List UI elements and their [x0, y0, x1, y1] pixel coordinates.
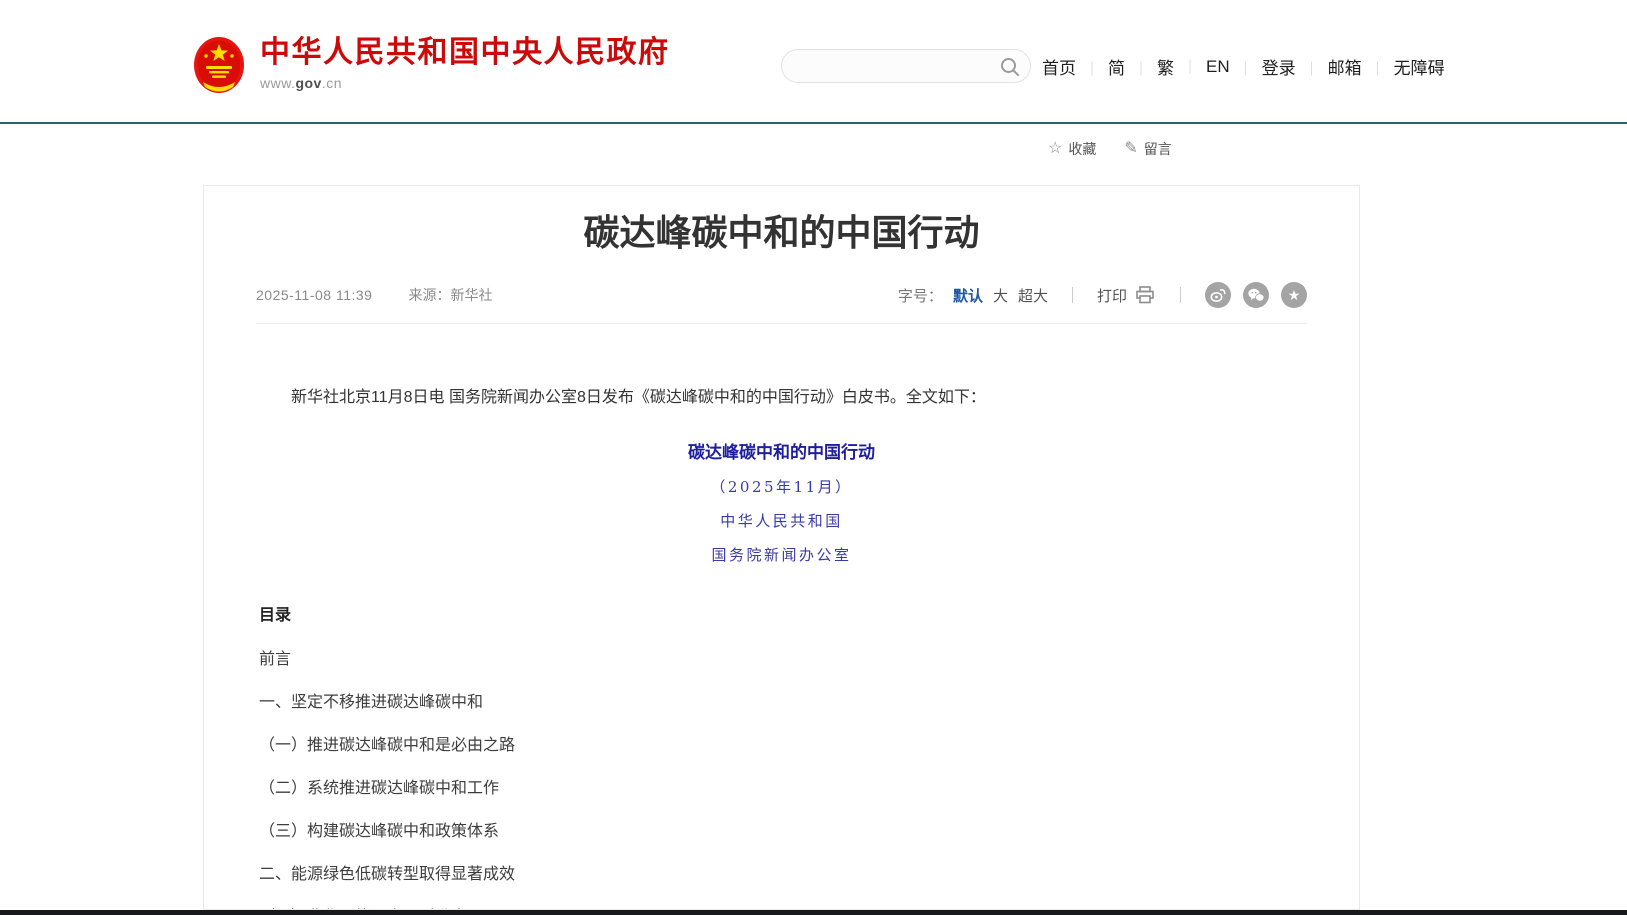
source: 来源：新华社: [408, 285, 492, 305]
print-label: 打印: [1097, 285, 1127, 306]
footer-bar: [0, 910, 1627, 915]
search-icon[interactable]: [999, 56, 1021, 78]
document-issuer-line: 中华人民共和国: [259, 510, 1304, 531]
toc-item: （一）推进碳达峰碳中和是必由之路: [259, 738, 1304, 754]
share-icons: ★: [1205, 282, 1307, 308]
toc-item: （三）构建碳达峰碳中和政策体系: [259, 824, 1304, 840]
site-url: www.gov.cn: [260, 75, 670, 91]
toc-item: （二）系统推进碳达峰碳中和工作: [259, 781, 1304, 797]
document-title: 碳达峰碳中和的中国行动: [259, 438, 1304, 463]
top-nav: 首页 简 繁 EN 登录 邮箱 无障碍: [1042, 54, 1445, 79]
nav-english[interactable]: EN: [1174, 57, 1230, 77]
favorite-star-icon[interactable]: ★: [1281, 282, 1307, 308]
font-size-xlarge[interactable]: 超大: [1018, 285, 1048, 306]
toc-item: 二、能源绿色低碳转型取得显著成效: [259, 867, 1304, 883]
national-emblem-icon: [193, 36, 245, 94]
publish-date: 2025-11-08 11:39: [256, 287, 372, 303]
favorite-button[interactable]: ☆ 收藏: [1048, 139, 1096, 159]
nav-simplified[interactable]: 简: [1076, 54, 1125, 79]
nav-mail[interactable]: 邮箱: [1296, 54, 1362, 79]
search-input[interactable]: [798, 50, 993, 82]
lead-paragraph: 新华社北京11月8日电 国务院新闻办公室8日发布《碳达峰碳中和的中国行动》白皮书…: [259, 384, 1304, 411]
document-issuer-line: 国务院新闻办公室: [259, 544, 1304, 565]
site-title: 中华人民共和国中央人民政府: [260, 36, 670, 70]
toc-item: 一、坚定不移推进碳达峰碳中和: [259, 695, 1304, 711]
font-size-large[interactable]: 大: [993, 285, 1008, 306]
article-meta-row: 2025-11-08 11:39 来源：新华社 字号： 默认 大 超大 打印: [256, 282, 1307, 324]
weibo-icon[interactable]: [1205, 282, 1231, 308]
article-container: 碳达峰碳中和的中国行动 2025-11-08 11:39 来源：新华社 字号： …: [203, 185, 1360, 910]
document-date-line: （2025年11月）: [259, 476, 1304, 497]
comment-label: 留言: [1144, 139, 1172, 159]
nav-login[interactable]: 登录: [1230, 54, 1296, 79]
article-body: 新华社北京11月8日电 国务院新闻办公室8日发布《碳达峰碳中和的中国行动》白皮书…: [204, 384, 1359, 910]
divider: [1072, 287, 1073, 303]
divider: [1180, 287, 1181, 303]
font-size-default[interactable]: 默认: [953, 285, 983, 306]
printer-icon: [1134, 285, 1156, 305]
site-header: 中华人民共和国中央人民政府 www.gov.cn 首页 简 繁 EN 登录 邮箱…: [0, 0, 1627, 122]
pencil-icon: ✎: [1124, 141, 1137, 157]
toc-item: 前言: [259, 652, 1304, 668]
favorite-label: 收藏: [1068, 139, 1096, 159]
toc-heading: 目录: [259, 601, 1304, 625]
comment-button[interactable]: ✎ 留言: [1124, 139, 1171, 159]
nav-home[interactable]: 首页: [1042, 54, 1076, 79]
wechat-icon[interactable]: [1243, 282, 1269, 308]
search-box[interactable]: [781, 49, 1031, 83]
nav-accessibility[interactable]: 无障碍: [1362, 54, 1445, 79]
article-title: 碳达峰碳中和的中国行动: [259, 210, 1304, 256]
font-size-label: 字号：: [898, 285, 943, 306]
nav-traditional[interactable]: 繁: [1125, 54, 1174, 79]
print-button[interactable]: 打印: [1097, 285, 1156, 306]
site-brand[interactable]: 中华人民共和国中央人民政府 www.gov.cn: [193, 36, 670, 94]
star-outline-icon: ☆: [1048, 141, 1062, 157]
tools-row: ☆ 收藏 ✎ 留言: [0, 124, 1627, 185]
